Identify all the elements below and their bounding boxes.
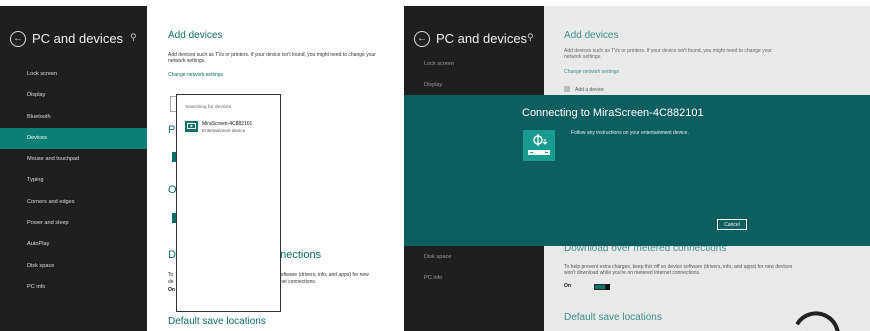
streaming-device-icon [523, 130, 555, 161]
sidebar-item-lock-screen[interactable]: Lock screen [0, 64, 147, 85]
dialog-message: Follow any instructions on your entertai… [571, 130, 689, 136]
sidebar-item-power-and-sleep[interactable]: Power and sleep [0, 213, 147, 234]
back-arrow-icon[interactable]: ← [414, 31, 430, 47]
sidebar-item-disk-space[interactable]: Disk space [0, 256, 147, 277]
change-network-settings-link[interactable]: Change network settings [564, 69, 619, 75]
section-fragment: nnections [274, 249, 322, 261]
sidebar-item-corners-and-edges[interactable]: Corners and edges [0, 192, 147, 213]
sidebar-item-lock-screen[interactable]: Lock screen [404, 54, 544, 75]
searching-devices-flyout: Searching for devices MiraScreen-4C88210… [176, 94, 281, 312]
left-screenshot: ← PC and devices ⚲ Lock screen Display B… [0, 6, 384, 331]
sidebar-nav: Lock screen Display Bluetooth Devices Mo… [0, 64, 147, 298]
desc-fragment: On [168, 287, 175, 293]
sidebar: ← PC and devices ⚲ Lock screen Display B… [0, 6, 147, 331]
default-save-locations-heading: Default save locations [168, 316, 266, 327]
flyout-title: Searching for devices [185, 105, 232, 110]
connecting-dialog: Connecting to MiraScreen-4C882101 Follow… [404, 95, 870, 246]
default-save-locations-heading: Default save locations [564, 312, 662, 323]
toggle-label: On [564, 283, 571, 289]
right-screenshot: ← PC and devices ⚲ Lock screen Display D… [404, 6, 870, 331]
add-device-label[interactable]: Add a device [575, 87, 604, 93]
change-network-settings-link[interactable]: Change network settings [168, 72, 223, 78]
sidebar-item-pc-info[interactable]: PC info [404, 268, 544, 289]
sidebar-nav-bottom: Disk space PC info [404, 247, 544, 290]
sidebar-item-bluetooth[interactable]: Bluetooth [0, 107, 147, 128]
desc-fragment: de [168, 279, 174, 285]
dialog-title: Connecting to MiraScreen-4C882101 [522, 107, 704, 119]
back-arrow-icon[interactable]: ← [10, 31, 26, 47]
sidebar-item-mouse-and-touchpad[interactable]: Mouse and touchpad [0, 149, 147, 170]
sidebar-item-typing[interactable]: Typing [0, 170, 147, 191]
sidebar-header: ← PC and devices ⚲ [414, 31, 534, 51]
sidebar-item-display[interactable]: Display [404, 75, 544, 96]
cancel-button[interactable]: Cancel [717, 219, 747, 230]
page-title: Add devices [168, 30, 223, 41]
sidebar-title: PC and devices [436, 31, 528, 46]
desc-fragment: e software (drivers, info, and apps) for… [274, 272, 369, 278]
metered-toggle[interactable] [594, 284, 610, 290]
search-icon[interactable]: ⚲ [130, 32, 137, 43]
plus-icon[interactable] [564, 86, 570, 92]
sidebar-header: ← PC and devices ⚲ [10, 31, 137, 51]
sidebar-item-devices[interactable]: Devices [0, 127, 147, 150]
desc-fragment: To [168, 272, 174, 278]
page-description: Add devices such as TVs or printers. If … [564, 48, 772, 61]
sidebar-title: PC and devices [32, 31, 124, 46]
screen-icon[interactable] [185, 121, 198, 132]
sidebar-item-disk-space[interactable]: Disk space [404, 247, 544, 268]
device-type: Entertainment device [202, 128, 246, 133]
metered-description: To help prevent extra charges, keep this… [564, 264, 793, 277]
search-icon[interactable]: ⚲ [527, 32, 534, 43]
device-name[interactable]: MiraScreen-4C882101 [202, 121, 252, 127]
page-title: Add devices [564, 30, 619, 41]
page-description: Add devices such as TVs or printers. If … [168, 52, 376, 65]
sidebar-item-display[interactable]: Display [0, 85, 147, 106]
sidebar-nav-top: Lock screen Display [404, 54, 544, 97]
sidebar-item-autoplay[interactable]: AutoPlay [0, 234, 147, 255]
sidebar-item-pc-info[interactable]: PC info [0, 277, 147, 298]
